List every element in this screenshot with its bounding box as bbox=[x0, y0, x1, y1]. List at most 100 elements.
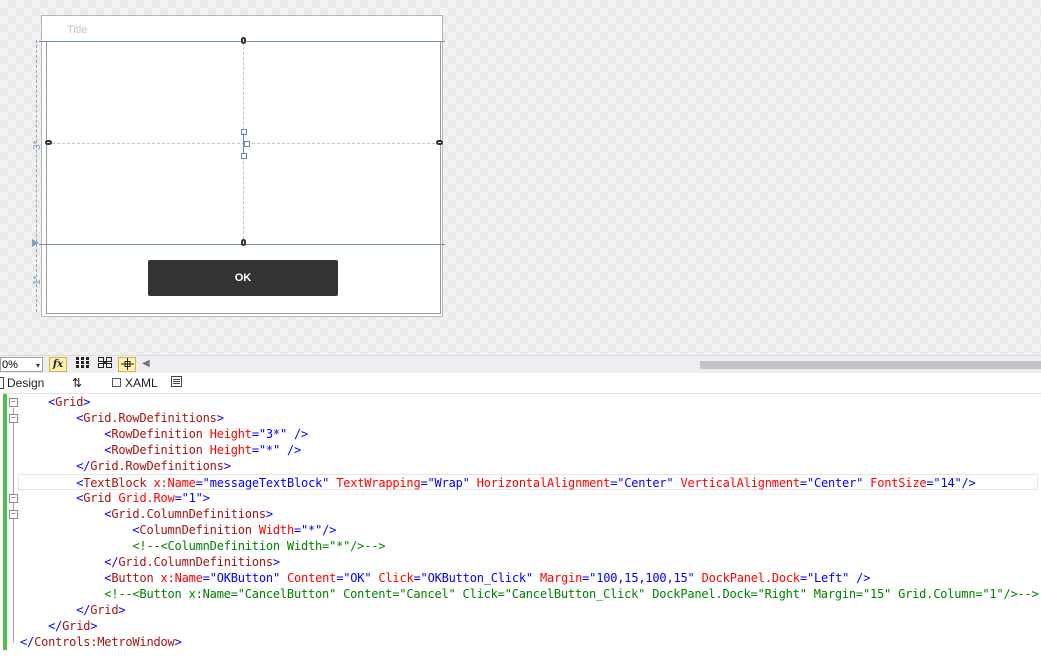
code-line[interactable]: <Grid Grid.Row="1"> bbox=[20, 490, 210, 506]
code-token: < bbox=[20, 571, 112, 585]
window-title: Title bbox=[67, 24, 88, 36]
chevron-down-icon[interactable]: ▾ bbox=[36, 358, 40, 373]
code-token: x:Name bbox=[153, 476, 196, 490]
code-token: > bbox=[223, 459, 231, 473]
row-marker-icon[interactable] bbox=[32, 239, 39, 247]
fold-toggle-inner-grid[interactable]: − bbox=[9, 494, 18, 503]
code-token: Grid.Row bbox=[118, 491, 175, 505]
fold-toggle-rowdefinitions[interactable]: − bbox=[9, 414, 18, 423]
xaml-tab-icon bbox=[112, 378, 121, 388]
code-token: OK bbox=[350, 571, 365, 585]
fold-toggle-grid[interactable]: − bbox=[9, 398, 18, 407]
code-token: < bbox=[20, 411, 84, 425]
code-line[interactable]: </Grid> bbox=[20, 618, 97, 634]
code-line[interactable]: <ColumnDefinition Width="*"/> bbox=[20, 522, 336, 538]
document-outline-icon bbox=[171, 376, 182, 387]
scroll-left-icon[interactable]: ◀ bbox=[142, 358, 150, 369]
horizontal-scrollbar[interactable] bbox=[700, 361, 1041, 369]
code-token: RowDefinition bbox=[111, 443, 203, 457]
code-line[interactable]: </Controls:MetroWindow> bbox=[20, 634, 182, 650]
code-token: > bbox=[174, 635, 182, 649]
code-line[interactable]: <Grid.RowDefinitions> bbox=[20, 410, 224, 426]
xaml-editor[interactable]: − − − − <Grid> <Grid.RowDefinitions> <Ro… bbox=[0, 394, 1041, 658]
code-token: * bbox=[265, 443, 273, 457]
snap-grid-button[interactable] bbox=[96, 357, 114, 372]
code-token: " bbox=[856, 476, 871, 490]
resize-handle-left[interactable] bbox=[45, 140, 52, 145]
code-token: " bbox=[272, 571, 287, 585]
code-line[interactable]: <!--<ColumnDefinition Width="*"/>--> bbox=[20, 538, 385, 554]
code-token: Height bbox=[209, 443, 252, 457]
snap-lines-icon bbox=[120, 358, 134, 370]
code-token: > bbox=[83, 395, 91, 409]
code-token: Button bbox=[111, 571, 154, 585]
code-token: < bbox=[20, 476, 84, 490]
code-token: </ bbox=[20, 635, 35, 649]
code-token: =" bbox=[799, 476, 814, 490]
code-token: Center bbox=[813, 476, 857, 490]
tab-xaml-label: XAML bbox=[125, 376, 158, 390]
code-token: Margin bbox=[539, 571, 583, 585]
document-outline-button[interactable] bbox=[171, 375, 182, 391]
fx-button[interactable]: fx bbox=[49, 357, 67, 372]
code-token: =" bbox=[926, 476, 941, 490]
fx-icon: fx bbox=[52, 359, 64, 370]
snap-lines-button[interactable] bbox=[118, 357, 136, 372]
code-token: > bbox=[216, 411, 224, 425]
grid-content-area[interactable]: OK bbox=[39, 37, 445, 314]
zoom-value: 0% bbox=[2, 359, 18, 371]
swap-panes-button[interactable]: ⇅ bbox=[72, 375, 82, 391]
resize-handle-right[interactable] bbox=[436, 140, 443, 145]
code-token: " bbox=[322, 476, 337, 490]
code-token: OKButton bbox=[216, 571, 273, 585]
code-line[interactable]: <Grid.ColumnDefinitions> bbox=[20, 506, 273, 522]
code-token: </ bbox=[20, 555, 119, 569]
code-token: =" bbox=[195, 476, 210, 490]
zoom-combo[interactable]: 0% ▾ bbox=[0, 357, 43, 372]
show-grid-button[interactable] bbox=[73, 357, 91, 372]
code-line[interactable]: <Grid> bbox=[20, 394, 90, 410]
code-token: 3* bbox=[265, 427, 280, 441]
code-line[interactable]: <!--<Button x:Name="CancelButton" Conten… bbox=[20, 586, 1038, 602]
code-token: Grid bbox=[55, 395, 84, 409]
code-token: < bbox=[20, 523, 140, 537]
code-token: 14 bbox=[940, 476, 955, 490]
code-token: < bbox=[20, 491, 84, 505]
code-token: > bbox=[90, 619, 98, 633]
ok-button[interactable]: OK bbox=[148, 260, 338, 296]
tab-design[interactable]: Design bbox=[0, 375, 44, 391]
tab-design-label: Design bbox=[7, 376, 45, 390]
selection-marker-top[interactable] bbox=[241, 129, 247, 135]
code-line[interactable]: <TextBlock x:Name="messageTextBlock" Tex… bbox=[18, 474, 1038, 490]
code-token: 100,15,100,15 bbox=[596, 571, 688, 585]
code-line[interactable]: </Grid> bbox=[20, 602, 125, 618]
selection-marker-middle[interactable] bbox=[244, 141, 250, 147]
code-line[interactable]: <RowDefinition Height="3*" /> bbox=[20, 426, 308, 442]
row-ruler[interactable] bbox=[36, 40, 37, 312]
code-line[interactable]: </Grid.ColumnDefinitions> bbox=[20, 554, 280, 570]
selection-marker-bottom[interactable] bbox=[241, 153, 247, 159]
window-preview[interactable]: Title OK bbox=[39, 15, 445, 317]
code-line[interactable]: <RowDefinition Height="*" /> bbox=[20, 442, 301, 458]
resize-handle-bottom[interactable] bbox=[241, 239, 246, 246]
view-tab-bar: Design ⇅ XAML bbox=[0, 373, 1041, 394]
tab-xaml[interactable]: XAML bbox=[112, 375, 158, 391]
fold-toggle-columndefinitions[interactable]: − bbox=[9, 510, 18, 519]
code-token: Height bbox=[209, 427, 252, 441]
code-token: < bbox=[20, 507, 112, 521]
code-token: Grid.RowDefinitions bbox=[83, 411, 217, 425]
resize-handle-top[interactable] bbox=[241, 37, 246, 44]
code-token: "/> bbox=[315, 523, 337, 537]
code-token: Grid bbox=[62, 619, 91, 633]
code-token: =" bbox=[336, 571, 351, 585]
code-token: Left bbox=[814, 571, 843, 585]
code-token: TextBlock bbox=[83, 476, 147, 490]
code-token: > bbox=[118, 603, 126, 617]
code-line[interactable]: <Button x:Name="OKButton" Content="OK" C… bbox=[20, 570, 870, 586]
code-token: " bbox=[525, 571, 540, 585]
outline-guide bbox=[13, 408, 14, 642]
design-surface[interactable]: 3* 1* Title OK bbox=[0, 0, 1041, 355]
code-line[interactable]: </Grid.RowDefinitions> bbox=[20, 458, 231, 474]
